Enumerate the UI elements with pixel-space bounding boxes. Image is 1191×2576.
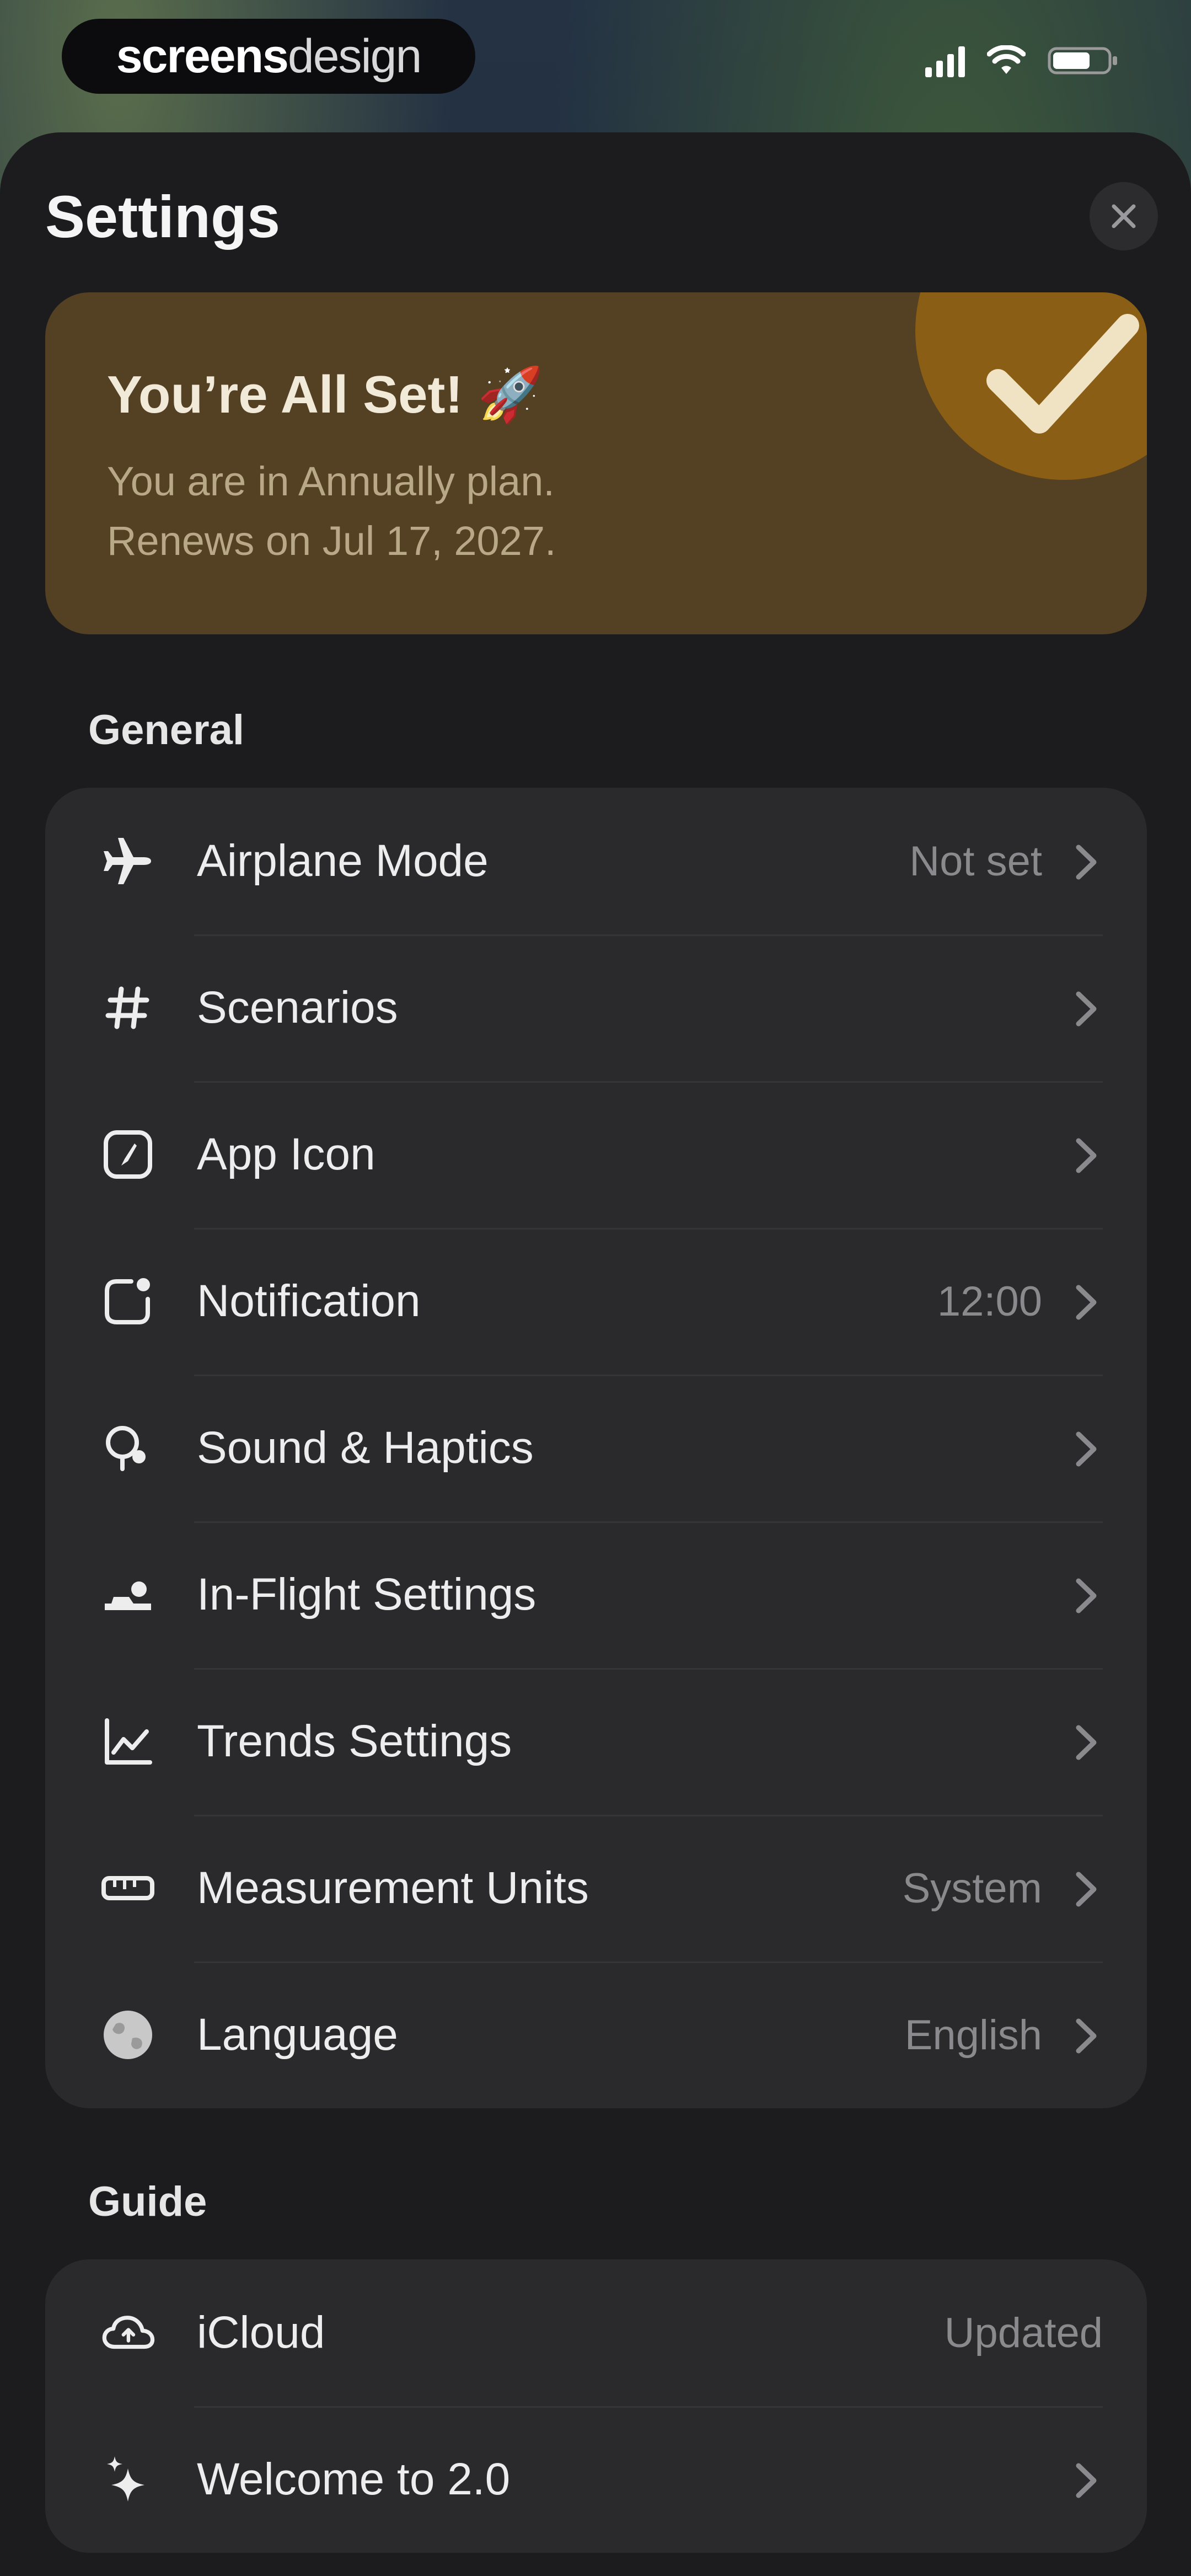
settings-row-airplane-mode[interactable]: Airplane Mode Not set	[45, 788, 1147, 934]
guide-group: iCloud Updated Welcome to 2.0	[45, 2259, 1147, 2553]
globe-icon	[100, 2007, 155, 2062]
chevron-right-icon	[1076, 2463, 1097, 2498]
row-value: System	[902, 1864, 1042, 1912]
sound-icon	[100, 1420, 155, 1476]
settings-row-scenarios[interactable]: Scenarios	[45, 934, 1147, 1081]
row-label: Airplane Mode	[197, 836, 489, 886]
row-value: Updated	[944, 2309, 1103, 2356]
section-label-guide: Guide	[88, 2178, 207, 2225]
screen: screens design Settings You’re All Set! …	[0, 0, 1191, 2576]
row-value: English	[904, 2011, 1042, 2059]
ruler-icon	[100, 1861, 155, 1916]
settings-row-icloud[interactable]: iCloud Updated	[45, 2259, 1147, 2406]
row-label: Measurement Units	[197, 1863, 589, 1913]
settings-row-welcome[interactable]: Welcome to 2.0	[45, 2406, 1147, 2553]
chevron-right-icon	[1076, 991, 1097, 1027]
close-icon	[1112, 204, 1136, 228]
close-button[interactable]	[1090, 182, 1158, 250]
row-label: App Icon	[197, 1129, 375, 1179]
row-label: Notification	[197, 1276, 421, 1326]
chevron-right-icon	[1076, 1872, 1097, 1907]
settings-row-notification[interactable]: Notification 12:00	[45, 1228, 1147, 1375]
chevron-right-icon	[1076, 1725, 1097, 1760]
chevron-right-icon	[1076, 1138, 1097, 1173]
banner-renewal-text: Renews on Jul 17, 2027.	[107, 518, 556, 564]
chevron-right-icon	[1076, 2018, 1097, 2054]
banner-title: You’re All Set! 🚀	[107, 365, 544, 424]
settings-row-language[interactable]: Language English	[45, 1962, 1147, 2108]
airplane-icon	[100, 833, 155, 889]
row-label: In-Flight Settings	[197, 1569, 537, 1620]
brand-part-1: screens	[116, 29, 289, 83]
cloud-icon	[100, 2305, 155, 2360]
settings-row-sound-haptics[interactable]: Sound & Haptics	[45, 1375, 1147, 1521]
battery-icon	[1048, 47, 1117, 74]
app-icon-icon	[100, 1127, 155, 1182]
chevron-right-icon	[1076, 1578, 1097, 1613]
settings-row-measurement-units[interactable]: Measurement Units System	[45, 1815, 1147, 1962]
cellular-signal-icon	[925, 44, 965, 77]
general-group: Airplane Mode Not set Scenarios App Icon	[45, 788, 1147, 2108]
sparkle-icon	[100, 2452, 155, 2507]
chevron-right-icon	[1076, 1431, 1097, 1467]
row-label: Welcome to 2.0	[197, 2454, 511, 2504]
notification-icon	[100, 1274, 155, 1329]
status-icons	[925, 44, 1119, 77]
page-title: Settings	[45, 183, 281, 250]
row-label: Trends Settings	[197, 1716, 512, 1766]
hash-icon	[100, 980, 155, 1035]
chevron-right-icon	[1076, 845, 1097, 880]
row-value: 12:00	[937, 1278, 1042, 1325]
wifi-icon	[987, 45, 1026, 74]
settings-row-trends[interactable]: Trends Settings	[45, 1668, 1147, 1815]
subscription-banner[interactable]: You’re All Set! 🚀 You are in Annually pl…	[45, 292, 1147, 634]
brand-watermark: screens design	[62, 19, 475, 94]
row-label: Language	[197, 2010, 398, 2060]
settings-row-in-flight[interactable]: In-Flight Settings	[45, 1521, 1147, 1668]
checkmark-icon	[986, 314, 1139, 434]
chevron-right-icon	[1076, 1285, 1097, 1320]
row-label: Sound & Haptics	[197, 1423, 534, 1473]
banner-plan-text: You are in Annually plan.	[107, 458, 555, 504]
trends-icon	[100, 1714, 155, 1769]
in-flight-icon	[100, 1567, 155, 1622]
brand-part-2: design	[287, 29, 422, 83]
settings-row-app-icon[interactable]: App Icon	[45, 1081, 1147, 1228]
row-value: Not set	[909, 837, 1042, 885]
status-bar: screens design	[0, 0, 1191, 127]
row-label: Scenarios	[197, 982, 398, 1033]
row-label: iCloud	[197, 2307, 325, 2358]
section-label-general: General	[88, 707, 245, 753]
